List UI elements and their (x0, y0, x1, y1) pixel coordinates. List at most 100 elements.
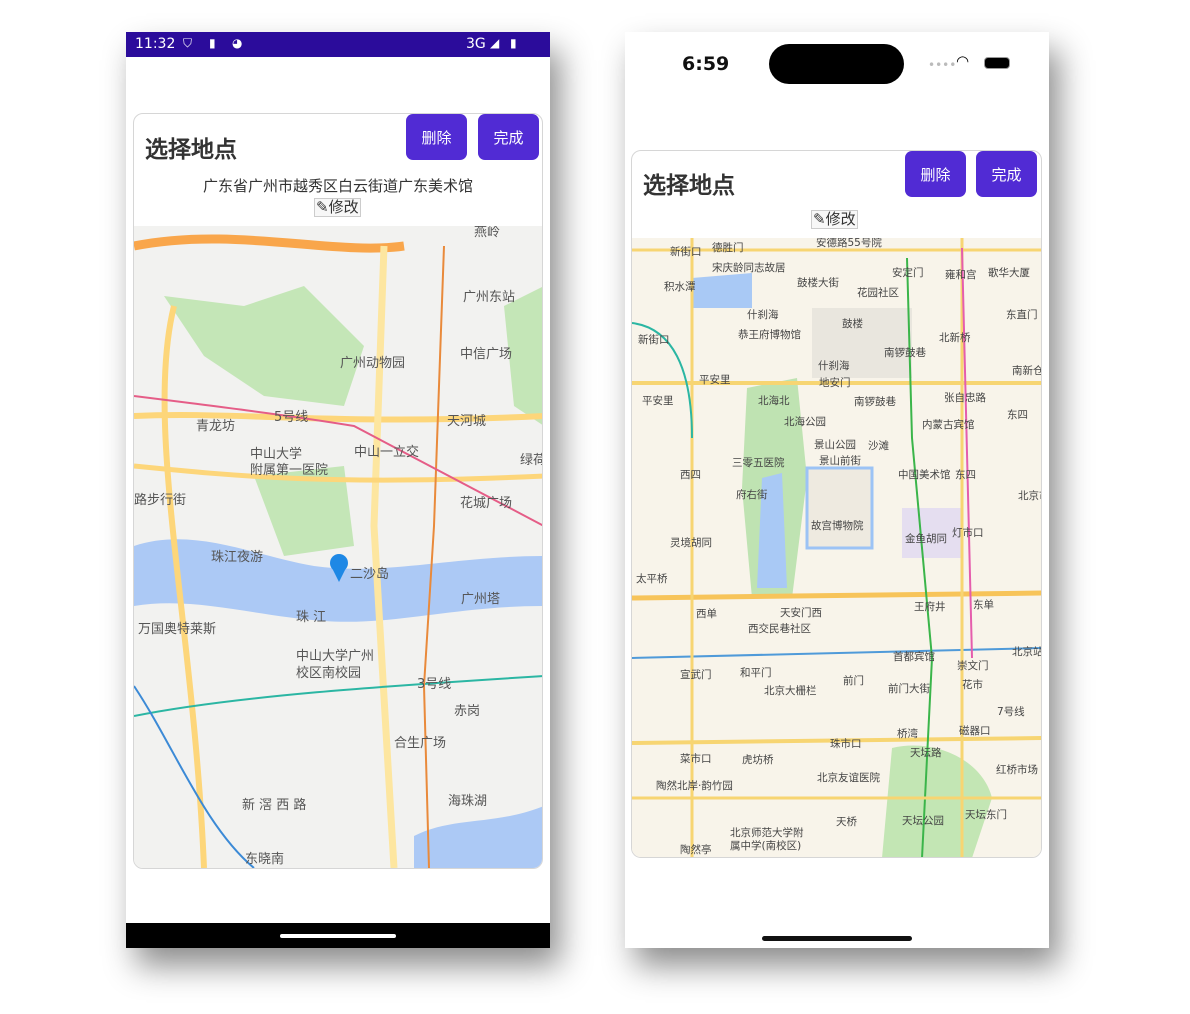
map-label: 故宫博物院 (811, 520, 864, 532)
map-label: 北新桥 (939, 332, 971, 344)
map-label: 广州动物园 (340, 356, 406, 371)
done-button[interactable]: 完成 (478, 114, 539, 160)
edit-button[interactable]: ✎修改 (811, 210, 858, 229)
map-label: 东四 (1007, 409, 1028, 421)
map-label: 天坛公园 (902, 815, 944, 827)
map-label: 中国美术馆 (898, 469, 951, 481)
battery-icon (984, 57, 1010, 69)
map-label: 陶然亭 (680, 844, 712, 856)
page-title: 选择地点 (643, 173, 735, 199)
map-label: 西四 (680, 469, 701, 481)
map-label: 西单 (696, 608, 717, 620)
map-label: 南锣鼓巷 (884, 347, 926, 359)
map-label: 北京站 (1012, 646, 1042, 658)
map-label: 虎坊桥 (742, 754, 774, 766)
map-label: 南新仓 (1012, 365, 1042, 377)
map-label: 和平门 (740, 667, 772, 679)
map-label: 地安门 (819, 377, 851, 389)
map-label: 广州塔 (461, 592, 501, 607)
map-label: 积水潭 (664, 281, 696, 293)
map-label: 张自忠路 (944, 392, 986, 404)
ios-phone: 6:59 •••• ◠ 选择地点 删除 完成 ✎修改 安德路55号院 新街口 德胜门… (625, 32, 1049, 948)
signal-icon: ◢ (490, 36, 500, 50)
map-label: 景山公园 (814, 439, 856, 451)
map-label: 花城广场 (460, 496, 513, 511)
location-picker-card: 选择地点 删除 完成 广东省广州市越秀区白云街道广东美术馆 ✎修改 广州东站 中信… (133, 113, 543, 869)
map-label: 什刹海 (818, 360, 850, 372)
map-label: 校区南校园 (296, 666, 362, 681)
edit-label: 修改 (328, 198, 359, 216)
map-label: 王府井 (914, 601, 946, 613)
map-label: 内蒙古宾馆 (922, 419, 975, 431)
location-picker-card: 选择地点 删除 完成 ✎修改 安德路55号院 新街口 德胜门 宋庆龄同志故居 积水潭 鼓楼… (631, 150, 1042, 858)
status-time: 6:59 (682, 53, 730, 75)
map-label: 歌华大厦 (988, 267, 1030, 279)
map-label: 珠市口 (830, 738, 862, 750)
map-label: 安德路55号院 (816, 238, 882, 249)
map-label: 桥湾 (897, 728, 918, 740)
delete-button[interactable]: 删除 (406, 114, 467, 160)
edit-label: 修改 (825, 210, 856, 228)
map-label: 红桥市场 (996, 764, 1038, 776)
map-view[interactable]: 安德路55号院 新街口 德胜门 宋庆龄同志故居 积水潭 鼓楼大街 安定门 雍和宫 歌华大厦 花园社… (632, 238, 1042, 857)
map-label: 中信广场 (460, 347, 513, 362)
shield-icon: ⛉ (183, 36, 193, 50)
network-type: 3G (466, 36, 486, 52)
android-status-bar: 11:32 ⛉ ▮ ◕ 3G ◢ ▮ (126, 32, 550, 57)
map-label: 3号线 (417, 677, 452, 692)
map-label: 合生广场 (394, 736, 447, 751)
page-title: 选择地点 (145, 137, 237, 163)
map-label: 前门大街 (888, 683, 930, 695)
map-label: 新街口 (638, 334, 670, 346)
map-label: 东晓南 (245, 852, 285, 867)
map-view[interactable]: 广州东站 中信广场 广州动物园 天河城 青龙坊 中山大学 附属第一医院 中山一立交 花城广场 路步… (134, 226, 542, 868)
sd-card-icon: ▮ (209, 36, 216, 50)
map-label: 海珠湖 (448, 794, 488, 809)
map-label: 前门 (843, 675, 864, 687)
map-label: 天坛路 (910, 747, 942, 759)
map-label: 菜市口 (680, 753, 712, 765)
home-indicator[interactable] (762, 936, 912, 941)
map-label: 北海公园 (784, 416, 826, 428)
edit-icon: ✎ (813, 210, 826, 228)
edit-button[interactable]: ✎修改 (314, 198, 361, 217)
delete-button[interactable]: 删除 (905, 151, 966, 197)
edit-icon: ✎ (316, 198, 329, 216)
map-label: 德胜门 (712, 242, 744, 254)
map-label: 中山一立交 (354, 445, 420, 460)
map-label: 陶然北岸·韵竹园 (656, 780, 733, 792)
map-label: 宣武门 (680, 669, 712, 681)
wifi-icon: ◠ (956, 52, 970, 70)
map-label: 平安里 (642, 395, 674, 407)
map-label: 北京友谊医院 (817, 772, 880, 784)
map-label: 天安门西 (780, 607, 822, 619)
map-label: 府右街 (736, 489, 768, 501)
done-button[interactable]: 完成 (976, 151, 1037, 197)
map-label: 恭王府博物馆 (738, 329, 801, 341)
battery-icon: ▮ (510, 36, 517, 50)
map-label: 沙滩 (868, 440, 889, 452)
face-icon: ◕ (232, 36, 243, 50)
map-label: 珠 江 (296, 610, 327, 625)
map-label: 珠江夜游 (211, 550, 264, 565)
map-label: 属中学(南校区) (730, 840, 802, 852)
map-label: 景山前街 (819, 455, 861, 467)
map-label: 南锣鼓巷 (854, 396, 896, 408)
android-nav-bar (126, 923, 550, 948)
map-label: 东四 (955, 469, 976, 481)
map-graphics (134, 234, 542, 868)
map-label: 万国奥特莱斯 (138, 622, 217, 637)
map-label: 附属第一医院 (250, 463, 329, 478)
map-label: 东单 (973, 599, 994, 611)
map-label: 5号线 (274, 410, 309, 425)
map-label: 中山大学 (250, 447, 303, 462)
map-label: 安定门 (892, 267, 924, 279)
map-label: 鼓楼大街 (797, 277, 839, 289)
status-time: 11:32 (135, 36, 176, 52)
map-label: 广州东站 (463, 290, 516, 305)
map-label: 灵境胡同 (670, 537, 712, 549)
map-label: 北京市 (1018, 490, 1041, 502)
map-label: 崇文门 (957, 660, 989, 672)
map-label: 平安里 (699, 374, 731, 386)
home-handle[interactable] (280, 934, 396, 938)
